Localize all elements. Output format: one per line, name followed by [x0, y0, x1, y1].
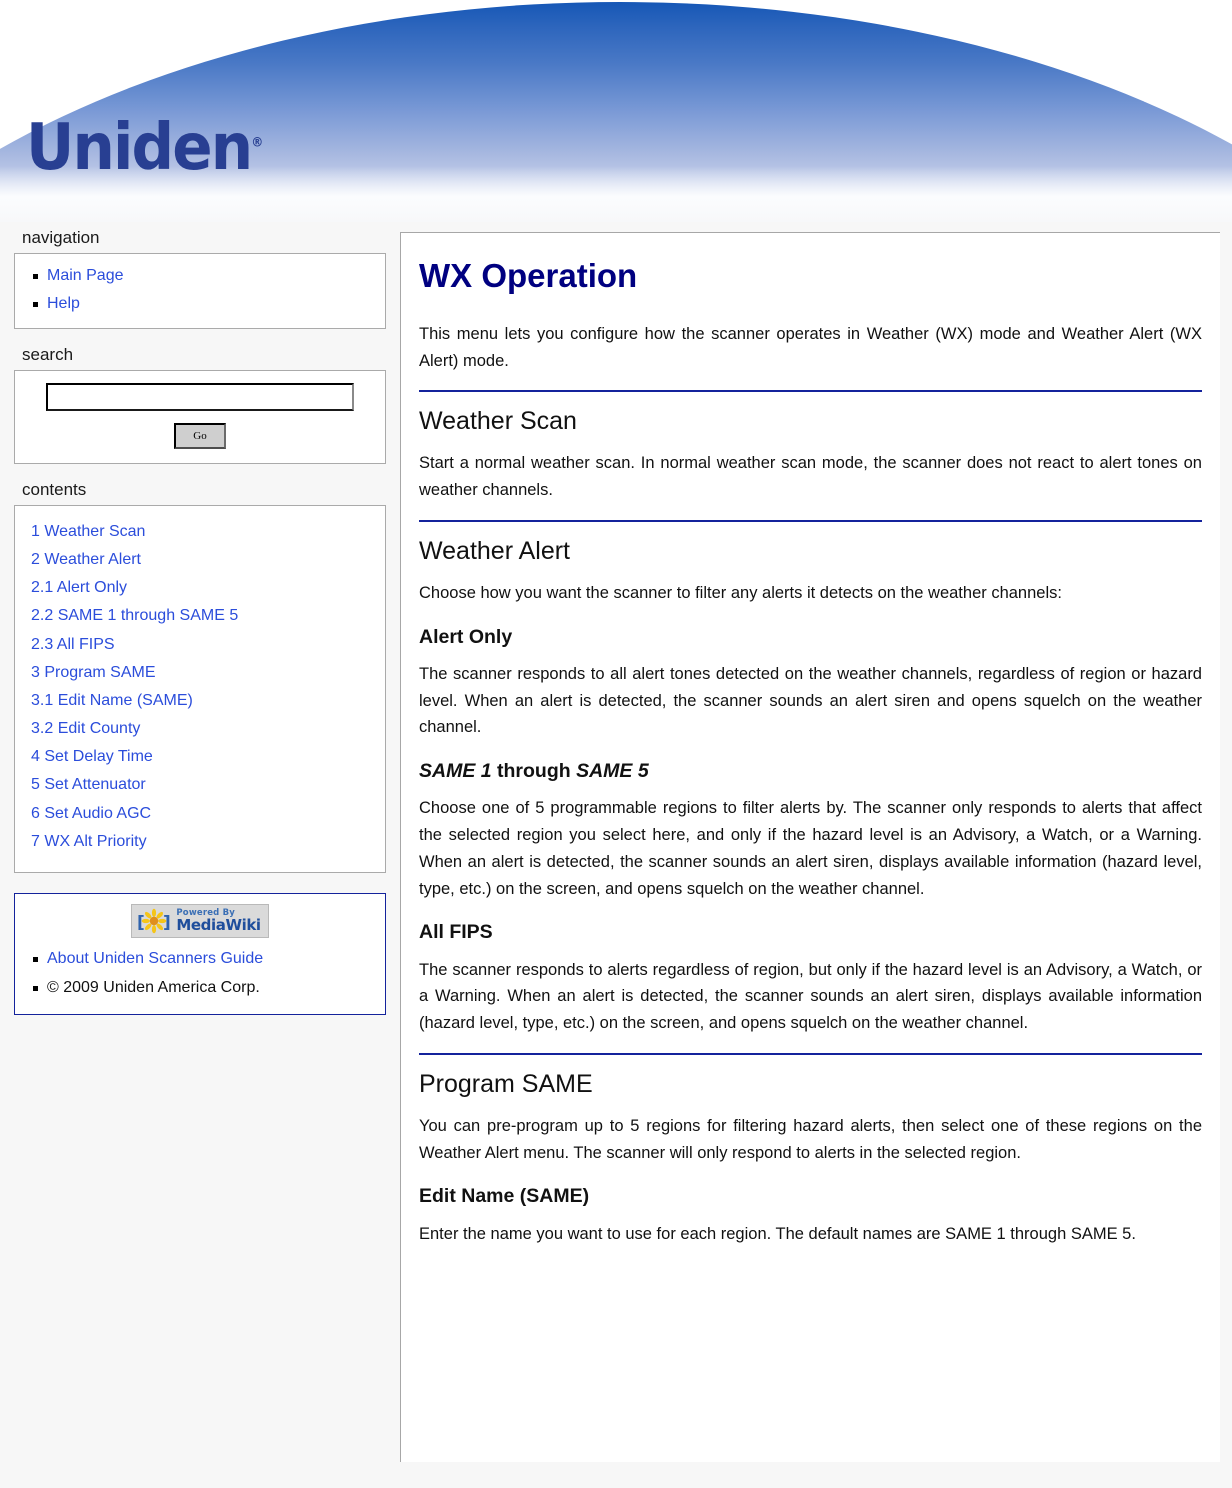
toc-item-program-same[interactable]: 3 Program SAME — [31, 664, 155, 681]
subsection-heading-edit-name: Edit Name (SAME) — [419, 1185, 590, 1208]
mediawiki-badge-wrap: [ ] Powered By MediaWiki — [25, 903, 375, 939]
list-item: 3 Program SAME — [31, 659, 375, 687]
portlet-contents: contents 1 Weather Scan 2 Weather Alert … — [0, 474, 400, 873]
mediawiki-sunflower-icon: [ ] — [137, 908, 171, 934]
toc-item-set-audio-agc[interactable]: 6 Set Audio AGC — [31, 805, 151, 822]
same-range-part3: SAME 5 — [576, 760, 649, 783]
toc-list: 1 Weather Scan 2 Weather Alert 2.1 Alert… — [31, 518, 375, 856]
toc-item-all-fips[interactable]: 2.3 All FIPS — [31, 636, 115, 653]
section-heading-weather-scan: Weather Scan — [419, 390, 1202, 436]
navigation-title: navigation — [22, 228, 100, 247]
paragraph-alert-only: The scanner responds to all alert tones … — [419, 664, 1202, 737]
list-item: 2.2 SAME 1 through SAME 5 — [31, 602, 375, 630]
list-item: 2.1 Alert Only — [31, 574, 375, 602]
toc-item-set-attenuator[interactable]: 5 Set Attenuator — [31, 776, 146, 793]
toc-item-edit-county[interactable]: 3.2 Edit County — [31, 720, 140, 737]
navigation-list: Main Page Help — [25, 262, 375, 318]
subsection-heading-same-range: SAME 1 through SAME 5 — [419, 759, 1202, 783]
list-item: © 2009 Uniden America Corp. — [33, 974, 375, 1003]
uniden-logo[interactable]: Uniden® — [26, 116, 263, 180]
registered-trademark-icon: ® — [251, 135, 264, 151]
search-go-button[interactable]: Go — [174, 423, 226, 449]
section-heading-program-same: Program SAME — [419, 1052, 1202, 1099]
list-item: 2 Weather Alert — [31, 546, 375, 574]
same-range-part2: through — [497, 760, 571, 783]
copyright-text: © 2009 Uniden America Corp. — [47, 978, 260, 996]
list-item: 3.1 Edit Name (SAME) — [31, 687, 375, 715]
list-item: 2.3 All FIPS — [31, 631, 375, 659]
paragraph-same-range: Choose one of 5 programmable regions to … — [419, 799, 1202, 898]
paragraph-weather-alert: Choose how you want the scanner to filte… — [419, 583, 1062, 602]
uniden-logo-text: Uniden — [26, 111, 253, 185]
site-banner: Uniden® — [0, 0, 1232, 222]
contents-body: 1 Weather Scan 2 Weather Alert 2.1 Alert… — [14, 505, 386, 873]
mediawiki-badge-text: Powered By MediaWiki — [176, 909, 261, 934]
search-title: search — [22, 345, 74, 364]
section-heading-weather-alert: Weather Alert — [419, 519, 1202, 566]
subsection-heading-alert-only: Alert Only — [419, 625, 513, 648]
paragraph-weather-scan: Start a normal weather scan. In normal w… — [419, 454, 1202, 500]
list-item: 6 Set Audio AGC — [31, 800, 375, 828]
mediawiki-badge-inner: [ ] Powered By MediaWiki — [137, 908, 261, 934]
list-item: Help — [33, 290, 375, 318]
toc-item-alert-only[interactable]: 2.1 Alert Only — [31, 579, 127, 596]
page-layout: navigation Main Page Help search Go cont… — [0, 222, 1232, 1462]
toc-item-weather-scan[interactable]: 1 Weather Scan — [31, 523, 145, 540]
list-item: 5 Set Attenuator — [31, 771, 375, 799]
contents-title: contents — [22, 480, 87, 499]
svg-text:]: ] — [163, 913, 171, 933]
list-item: 4 Set Delay Time — [31, 743, 375, 771]
powered-by-mediawiki-badge[interactable]: [ ] Powered By MediaWiki — [131, 903, 269, 938]
list-item: 7 WX Alt Priority — [31, 828, 375, 856]
toc-item-wx-alt-priority[interactable]: 7 WX Alt Priority — [31, 833, 147, 850]
list-item: 1 Weather Scan — [31, 518, 375, 546]
paragraph-program-same: You can pre-program up to 5 regions for … — [419, 1116, 1202, 1162]
search-input[interactable] — [46, 383, 354, 411]
search-body: Go — [14, 370, 386, 464]
list-item: 3.2 Edit County — [31, 715, 375, 743]
toc-item-edit-name-same[interactable]: 3.1 Edit Name (SAME) — [31, 692, 193, 709]
sidebar-item-main-page[interactable]: Main Page — [47, 267, 124, 284]
same-range-part1: SAME 1 — [419, 760, 492, 783]
page-root: Uniden® navigation Main Page Help search… — [0, 0, 1232, 1488]
portlet-navigation: navigation Main Page Help — [0, 222, 400, 329]
portlet-search: search Go — [0, 339, 400, 464]
paragraph-edit-name: Enter the name you want to use for each … — [419, 1224, 1136, 1243]
main-content: WX Operation This menu lets you configur… — [400, 232, 1220, 1462]
subsection-heading-all-fips: All FIPS — [419, 921, 493, 944]
toc-item-same-1-through-same-5[interactable]: 2.2 SAME 1 through SAME 5 — [31, 607, 238, 624]
svg-text:[: [ — [137, 913, 145, 933]
paragraph-all-fips: The scanner responds to alerts regardles… — [419, 960, 1202, 1033]
intro-paragraph: This menu lets you configure how the sca… — [419, 324, 1202, 370]
footer-link-about[interactable]: About Uniden Scanners Guide — [47, 950, 263, 967]
list-item: Main Page — [33, 262, 375, 290]
toc-item-weather-alert[interactable]: 2 Weather Alert — [31, 551, 141, 568]
page-title: WX Operation — [419, 257, 638, 294]
sidebar: navigation Main Page Help search Go cont… — [0, 222, 400, 1016]
mediawiki-label: MediaWiki — [176, 915, 261, 934]
sidebar-item-help[interactable]: Help — [47, 295, 80, 312]
sidebar-footer-box: [ ] Powered By MediaWiki About Uniden Sc… — [14, 892, 386, 1016]
toc-item-set-delay-time[interactable]: 4 Set Delay Time — [31, 748, 153, 765]
footer-list: About Uniden Scanners Guide © 2009 Unide… — [25, 945, 375, 1003]
navigation-body: Main Page Help — [14, 253, 386, 329]
list-item: About Uniden Scanners Guide — [33, 945, 375, 974]
